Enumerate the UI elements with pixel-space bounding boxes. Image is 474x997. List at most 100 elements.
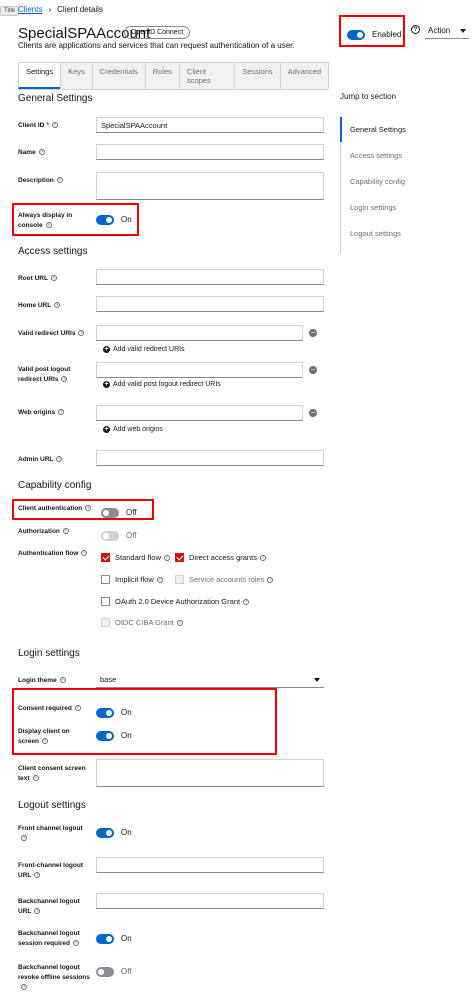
tab-sessions[interactable]: Sessions xyxy=(234,62,281,89)
name-input[interactable] xyxy=(96,144,324,160)
help-icon[interactable]: ? xyxy=(156,576,163,583)
jump-general-settings[interactable]: General Settings xyxy=(350,125,406,134)
help-icon[interactable]: ? xyxy=(411,25,420,34)
description-textarea[interactable] xyxy=(96,172,324,200)
service-accounts-checkbox[interactable]: Service accounts roles? xyxy=(175,571,274,589)
help-icon[interactable]: ? xyxy=(34,908,41,915)
remove-post-logout-icon[interactable]: − xyxy=(309,366,317,374)
help-icon[interactable]: ? xyxy=(21,984,27,991)
front-channel-url-input[interactable] xyxy=(96,857,324,873)
ciba-grant-checkbox[interactable]: OIDC CIBA Grant? xyxy=(101,614,183,632)
jump-capability-config[interactable]: Capability config xyxy=(350,177,405,186)
help-icon[interactable]: ? xyxy=(74,705,81,712)
consent-required-switch[interactable]: On xyxy=(96,704,132,722)
tab-advanced[interactable]: Advanced xyxy=(279,62,329,89)
help-icon[interactable]: ? xyxy=(38,149,45,156)
remove-web-origin-icon[interactable]: − xyxy=(309,409,317,417)
jump-logout-settings[interactable]: Logout settings xyxy=(350,229,401,238)
consent-text-textarea[interactable] xyxy=(96,759,324,787)
help-icon[interactable]: ? xyxy=(81,550,88,557)
help-icon[interactable]: ? xyxy=(34,872,41,879)
help-icon[interactable]: ? xyxy=(56,177,63,184)
add-redirect-button[interactable]: + Add valid redirect URIs xyxy=(103,346,185,353)
help-icon[interactable]: ? xyxy=(51,122,58,129)
tab-credentials[interactable]: Credentials xyxy=(91,62,146,89)
add-post-logout-button[interactable]: + Add valid post logout redirect URIs xyxy=(103,381,221,388)
help-icon[interactable]: ? xyxy=(243,598,250,605)
help-icon[interactable]: ? xyxy=(54,302,61,309)
caret-down-icon xyxy=(460,28,467,33)
toggle[interactable] xyxy=(96,827,114,838)
jump-access-settings[interactable]: Access settings xyxy=(350,151,402,160)
help-icon[interactable]: ? xyxy=(59,677,66,684)
help-icon[interactable]: ? xyxy=(78,330,85,337)
tab-keys[interactable]: Keys xyxy=(60,62,93,89)
authorization-label: Authorization? xyxy=(18,528,69,535)
help-icon[interactable]: ? xyxy=(61,376,68,383)
login-theme-select[interactable]: base xyxy=(96,672,324,688)
help-icon[interactable]: ? xyxy=(45,222,52,229)
front-channel-switch[interactable]: On xyxy=(96,824,132,842)
enabled-switch[interactable]: Enabled xyxy=(347,26,401,44)
authorization-switch[interactable]: Off xyxy=(101,527,137,545)
tab-settings[interactable]: Settings xyxy=(18,62,62,89)
help-icon[interactable]: ? xyxy=(259,554,266,561)
backchannel-revoke-switch[interactable]: Off xyxy=(96,963,132,981)
help-icon[interactable]: ? xyxy=(56,456,63,463)
tab-roles[interactable]: Roles xyxy=(144,62,180,89)
enabled-toggle[interactable] xyxy=(347,29,365,40)
breadcrumb-clients-link[interactable]: Clients xyxy=(18,5,42,14)
help-icon[interactable]: ? xyxy=(176,619,183,626)
general-settings-heading: General Settings xyxy=(18,93,93,104)
help-icon[interactable]: ? xyxy=(32,775,39,782)
always-display-switch[interactable]: On xyxy=(96,211,132,229)
help-icon[interactable]: ? xyxy=(85,505,92,512)
device-grant-checkbox[interactable]: OAuth 2.0 Device Authorization Grant? xyxy=(101,593,250,611)
toggle[interactable] xyxy=(101,530,119,541)
admin-url-input[interactable] xyxy=(96,450,324,466)
checkbox[interactable] xyxy=(101,575,110,585)
backchannel-session-switch[interactable]: On xyxy=(96,930,132,948)
direct-access-checkbox[interactable]: Direct access grants? xyxy=(175,549,266,567)
root-url-input[interactable] xyxy=(96,269,324,285)
help-icon[interactable]: ? xyxy=(267,576,274,583)
web-origins-input[interactable] xyxy=(96,405,303,421)
home-url-label: Home URL? xyxy=(18,302,61,309)
client-id-input[interactable]: SpecialSPAAccount xyxy=(96,117,324,133)
toggle[interactable] xyxy=(96,214,114,225)
tab-client-scopes[interactable]: Client scopes xyxy=(178,62,236,89)
checkbox[interactable] xyxy=(101,618,110,628)
help-icon[interactable]: ? xyxy=(41,738,48,745)
home-url-input[interactable] xyxy=(96,296,324,312)
toggle[interactable] xyxy=(96,933,114,944)
add-web-origins-button[interactable]: + Add web origins xyxy=(103,426,163,433)
action-dropdown[interactable]: Action xyxy=(425,24,470,39)
valid-post-logout-input[interactable] xyxy=(96,362,303,378)
valid-redirect-input[interactable] xyxy=(96,325,303,341)
help-icon[interactable]: ? xyxy=(58,409,65,416)
backchannel-session-label: Backchannel logout session required? xyxy=(18,930,80,947)
help-icon[interactable]: ? xyxy=(73,940,80,947)
remove-redirect-icon[interactable]: − xyxy=(309,329,317,337)
backchannel-url-input[interactable] xyxy=(96,893,324,909)
toggle[interactable] xyxy=(96,730,114,741)
client-auth-switch[interactable]: Off xyxy=(101,504,137,522)
implicit-flow-checkbox[interactable]: Implicit flow? xyxy=(101,571,163,589)
help-icon[interactable]: ? xyxy=(50,275,57,282)
toggle[interactable] xyxy=(101,507,119,518)
checkbox[interactable] xyxy=(175,553,184,563)
checkbox[interactable] xyxy=(101,553,110,563)
checkbox[interactable] xyxy=(175,575,184,585)
standard-flow-checkbox[interactable]: Standard flow? xyxy=(101,549,170,567)
toggle[interactable] xyxy=(96,966,114,977)
help-icon[interactable]: ? xyxy=(62,528,69,535)
toggle[interactable] xyxy=(96,707,114,718)
checkbox[interactable] xyxy=(101,597,110,607)
auth-flow-label: Authentication flow? xyxy=(18,550,88,557)
device-grant-label: OAuth 2.0 Device Authorization Grant xyxy=(115,597,241,607)
jump-login-settings[interactable]: Login settings xyxy=(350,203,396,212)
help-icon[interactable]: ? xyxy=(163,554,170,561)
display-client-switch[interactable]: On xyxy=(96,727,132,745)
help-icon[interactable]: ? xyxy=(21,835,27,842)
tab-bar: Settings Keys Credentials Roles Client s… xyxy=(18,62,329,90)
